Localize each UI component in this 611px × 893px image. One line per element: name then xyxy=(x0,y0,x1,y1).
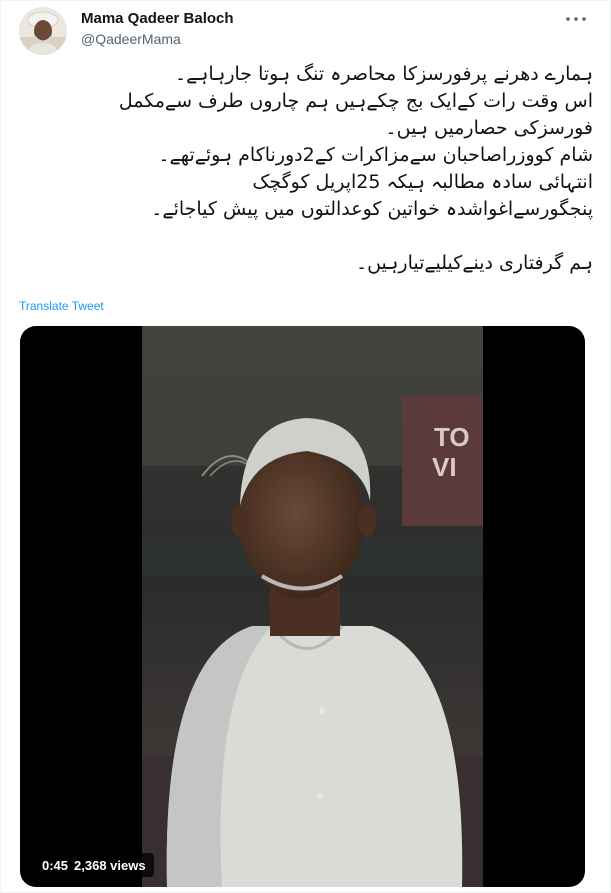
video-thumbnail: TO VI xyxy=(142,326,483,887)
more-options-button[interactable] xyxy=(562,11,590,27)
tweet-line: ہمارے دھرنے پرفورسزکا محاصرہ تنگ ہوتا جا… xyxy=(175,63,593,85)
video-meta-overlay: 0:45 2,368 views xyxy=(34,853,154,877)
more-horizontal-icon xyxy=(566,17,586,21)
tweet-text: ہمارے دھرنے پرفورسزکا محاصرہ تنگ ہوتا جا… xyxy=(19,61,593,277)
tweet-line: ہم گرفتاری دینےکیلیےتیارہیں۔ xyxy=(355,252,593,274)
avatar-photo xyxy=(19,7,67,55)
tweet-line: پنجگورسےاغواشدہ خواتین کوعدالتوں میں پیش… xyxy=(151,198,593,220)
video-views: 2,368 views xyxy=(74,857,146,873)
tweet-line: اس وقت رات کےایک بج چکےہیں ہم چاروں طرف … xyxy=(118,90,593,112)
tweet-card: Mama Qadeer Baloch @QadeerMama ہمارے دھر… xyxy=(0,0,611,893)
tweet-line: شام کووزراصاحبان سےمزاکرات کے2دورناکام ہ… xyxy=(158,144,593,166)
video-player[interactable]: TO VI 0:45 2,368 views xyxy=(20,326,585,887)
svg-text:TO: TO xyxy=(434,422,470,452)
author-handle[interactable]: @QadeerMama xyxy=(81,31,181,47)
video-duration: 0:45 xyxy=(42,857,69,873)
tweet-line: انتہائی سادہ مطالبہ ہیکہ 25اپریل کوگچک xyxy=(252,171,593,193)
avatar[interactable] xyxy=(19,7,67,55)
author-display-name[interactable]: Mama Qadeer Baloch xyxy=(81,10,234,27)
tweet-line: فورسزکی حصارمیں ہیں۔ xyxy=(385,117,593,139)
translate-tweet-link[interactable]: Translate Tweet xyxy=(19,299,104,313)
svg-text:VI: VI xyxy=(432,452,457,482)
